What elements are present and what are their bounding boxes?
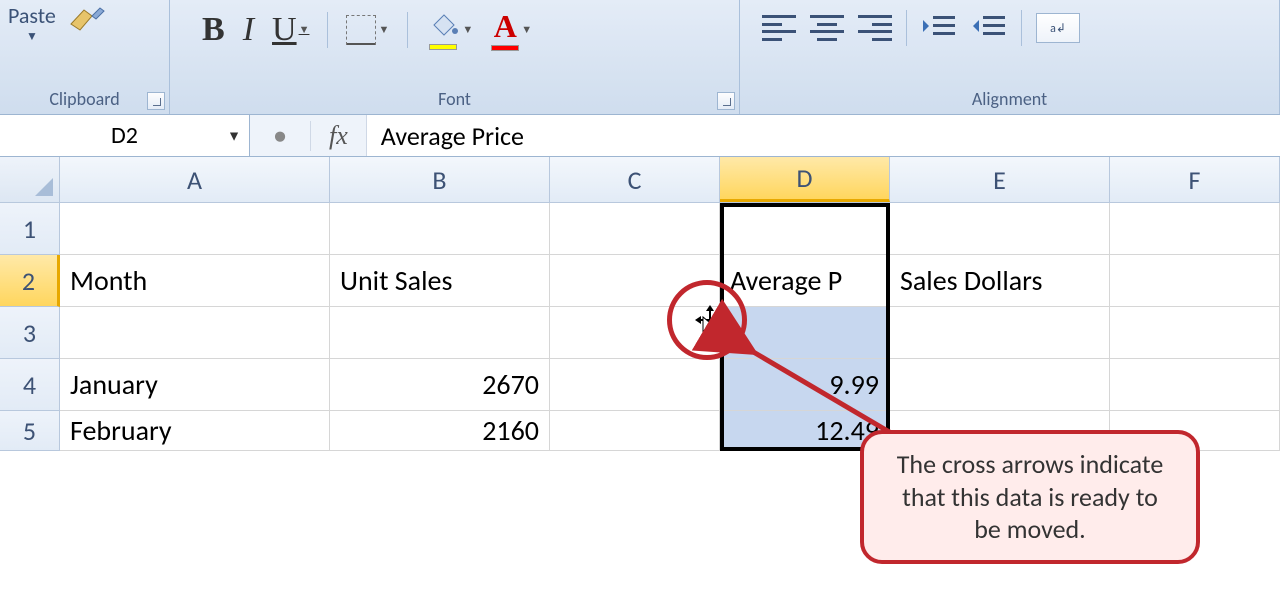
bucket-icon [426, 9, 460, 44]
cell-D1[interactable] [720, 203, 890, 255]
ribbon-group-font: B I U▼ ▼ ▼ A ▼ [170, 0, 740, 114]
annotation-callout: The cross arrows indicate that this data… [860, 430, 1200, 564]
fill-color-dropdown-icon[interactable]: ▼ [462, 23, 473, 36]
decrease-indent-button[interactable] [921, 12, 957, 45]
increase-indent-button[interactable] [971, 12, 1007, 45]
column-header-E[interactable]: E [890, 157, 1110, 202]
row-header-4[interactable]: 4 [0, 359, 60, 411]
column-header-B[interactable]: B [330, 157, 550, 202]
row-header-2[interactable]: 2 [0, 255, 60, 307]
formula-content: Average Price [381, 120, 524, 152]
paste-dropdown-icon[interactable]: ▼ [26, 29, 38, 44]
cell-C5[interactable] [550, 411, 720, 451]
column-header-F[interactable]: F [1110, 157, 1280, 202]
font-color-button[interactable]: A ▼ [491, 8, 532, 51]
borders-button[interactable]: ▼ [346, 15, 389, 45]
align-center-button[interactable] [810, 15, 844, 41]
name-box-dropdown-icon[interactable]: ▼ [227, 127, 241, 144]
spreadsheet-grid: A B C D E F 1 2 Month Unit Sales Average… [0, 157, 1280, 463]
italic-button[interactable]: I [243, 11, 254, 49]
insert-function-button[interactable]: fx [310, 121, 366, 151]
wrap-text-button[interactable]: a↲ [1036, 13, 1080, 43]
row-header-5[interactable]: 5 [0, 411, 60, 451]
separator [407, 12, 408, 48]
fill-color-swatch [429, 44, 457, 50]
cell-B5[interactable]: 2160 [330, 411, 550, 451]
column-header-C[interactable]: C [550, 157, 720, 202]
cell-C1[interactable] [550, 203, 720, 255]
paste-label: Paste [8, 2, 56, 29]
cell-C4[interactable] [550, 359, 720, 411]
select-all-button[interactable] [0, 157, 60, 202]
align-right-button[interactable] [858, 15, 892, 41]
name-box[interactable]: D2 ▼ [0, 115, 250, 156]
move-cursor-icon [695, 305, 725, 341]
borders-dropdown-icon[interactable]: ▼ [378, 23, 389, 36]
cell-A5[interactable]: February [60, 411, 330, 451]
row-header-1[interactable]: 1 [0, 203, 60, 255]
row-4: 4 January 2670 9.99 [0, 359, 1280, 411]
paste-button[interactable]: Paste ▼ [8, 2, 56, 44]
cell-B3[interactable] [330, 307, 550, 359]
cell-F1[interactable] [1110, 203, 1280, 255]
cell-B4[interactable]: 2670 [330, 359, 550, 411]
cell-A1[interactable] [60, 203, 330, 255]
cell-A3[interactable] [60, 307, 330, 359]
cancel-formula-button[interactable]: ● [250, 122, 310, 149]
font-dialog-launcher[interactable] [717, 92, 735, 110]
row-header-3[interactable]: 3 [0, 307, 60, 359]
border-icon [346, 15, 376, 45]
font-color-swatch [491, 45, 519, 51]
ribbon-group-alignment-label: Alignment [740, 86, 1279, 114]
cell-E2[interactable]: Sales Dollars [890, 255, 1110, 307]
cell-F4[interactable] [1110, 359, 1280, 411]
column-headers: A B C D E F [0, 157, 1280, 203]
name-box-value: D2 [111, 121, 138, 150]
cell-F2[interactable] [1110, 255, 1280, 307]
row-3: 3 [0, 307, 1280, 359]
cell-B1[interactable] [330, 203, 550, 255]
align-left-button[interactable] [762, 15, 796, 41]
font-color-dropdown-icon[interactable]: ▼ [521, 23, 532, 36]
row-1: 1 [0, 203, 1280, 255]
format-painter-button[interactable] [66, 2, 108, 37]
row-2: 2 Month Unit Sales Average P Sales Dolla… [0, 255, 1280, 307]
underline-button[interactable]: U▼ [272, 11, 309, 49]
bold-button[interactable]: B [202, 11, 225, 49]
font-color-letter: A [494, 8, 517, 45]
ribbon-group-alignment: a↲ Alignment [740, 0, 1280, 114]
separator [906, 10, 907, 46]
formula-bar: D2 ▼ ● fx Average Price [0, 115, 1280, 157]
underline-dropdown-icon[interactable]: ▼ [299, 24, 310, 36]
separator [1021, 10, 1022, 46]
ribbon: Paste ▼ Clipboard B I U▼ ▼ [0, 0, 1280, 115]
fill-color-button[interactable]: ▼ [426, 9, 473, 50]
ribbon-group-font-label: Font [170, 86, 739, 114]
annotation-text: The cross arrows indicate that this data… [897, 448, 1164, 545]
formula-input[interactable]: Average Price [366, 115, 1280, 156]
clipboard-dialog-launcher[interactable] [147, 92, 165, 110]
cell-F3[interactable] [1110, 307, 1280, 359]
cell-D2[interactable]: Average P [720, 255, 890, 307]
column-header-A[interactable]: A [60, 157, 330, 202]
column-header-D[interactable]: D [720, 157, 890, 202]
ribbon-group-clipboard: Paste ▼ Clipboard [0, 0, 170, 114]
cell-E1[interactable] [890, 203, 1110, 255]
cell-B2[interactable]: Unit Sales [330, 255, 550, 307]
separator [327, 12, 328, 48]
cell-A4[interactable]: January [60, 359, 330, 411]
ribbon-group-clipboard-label: Clipboard [0, 86, 169, 114]
cell-A2[interactable]: Month [60, 255, 330, 307]
